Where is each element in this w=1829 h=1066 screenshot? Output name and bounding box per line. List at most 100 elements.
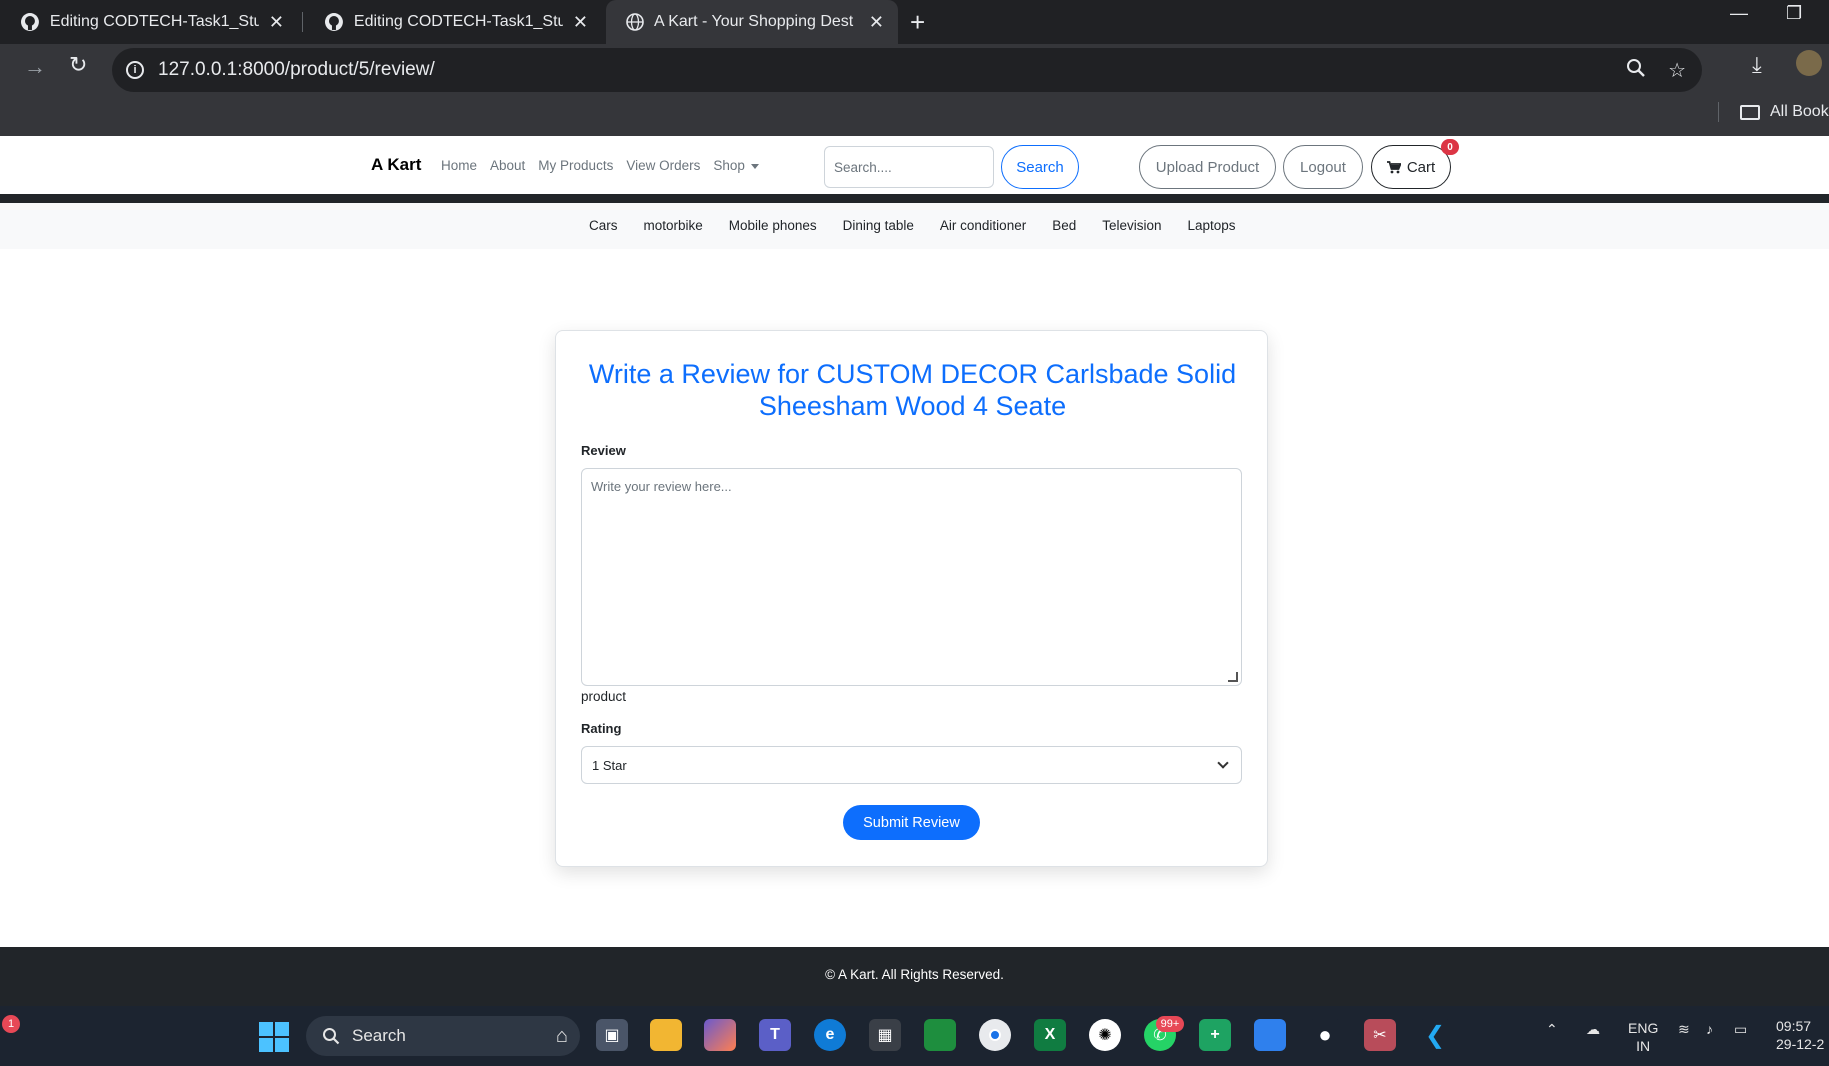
review-placeholder: Write your review here... xyxy=(591,479,732,494)
browser-tab-strip: Editing CODTECH-Task1_Studen ✕ Editing C… xyxy=(0,0,1829,44)
category-bar: Cars motorbike Mobile phones Dining tabl… xyxy=(0,203,1829,249)
search-button[interactable]: Search xyxy=(1001,145,1079,189)
review-help-text: product xyxy=(581,689,627,704)
category-bed[interactable]: Bed xyxy=(1052,218,1076,233)
taskbar-search-label: Search xyxy=(352,1026,406,1045)
battery-icon[interactable]: ▭ xyxy=(1734,1020,1747,1038)
nav-shop-label: Shop xyxy=(713,158,745,173)
nav-home[interactable]: Home xyxy=(441,158,477,173)
file-explorer-icon[interactable] xyxy=(650,1019,682,1051)
tab-github-2[interactable]: Editing CODTECH-Task1_Studen ✕ xyxy=(304,0,602,44)
sheets-icon[interactable]: + xyxy=(1199,1019,1231,1051)
show-hidden-icons[interactable]: ⌃ xyxy=(1546,1020,1558,1038)
category-television[interactable]: Television xyxy=(1102,218,1161,233)
tab-title: Editing CODTECH-Task1_Studen xyxy=(353,13,563,30)
nav-about[interactable]: About xyxy=(490,158,525,173)
tab-title: A Kart - Your Shopping Destina xyxy=(654,13,854,30)
cart-icon xyxy=(1386,160,1401,173)
rating-selected-value: 1 Star xyxy=(592,757,627,773)
github-desktop-icon[interactable]: ● xyxy=(1309,1019,1341,1051)
chrome-icon[interactable] xyxy=(979,1019,1011,1051)
close-icon[interactable]: ✕ xyxy=(869,12,884,33)
tab-separator xyxy=(302,12,303,32)
taskbar-search[interactable]: Search ⌂ xyxy=(306,1016,580,1056)
github-icon xyxy=(20,13,39,31)
classroom-icon[interactable] xyxy=(924,1019,956,1051)
all-bookmarks-label: All Bookr xyxy=(1770,103,1829,120)
category-motorbike[interactable]: motorbike xyxy=(644,218,703,233)
onedrive-icon[interactable]: ☁ xyxy=(1586,1020,1600,1038)
address-bar[interactable]: i 127.0.0.1:8000/product/5/review/ ☆ xyxy=(112,48,1702,92)
nav-view-orders[interactable]: View Orders xyxy=(626,158,700,173)
category-laptops[interactable]: Laptops xyxy=(1188,218,1236,233)
nav-my-products[interactable]: My Products xyxy=(538,158,613,173)
language-indicator[interactable]: ENG IN xyxy=(1628,1019,1658,1055)
info-icon[interactable]: i xyxy=(126,61,144,79)
excel-icon[interactable]: X xyxy=(1034,1019,1066,1051)
cart-button[interactable]: Cart xyxy=(1371,145,1451,189)
windows-start-icon[interactable] xyxy=(259,1022,289,1052)
clock-date: 29-12-2 xyxy=(1776,1036,1825,1052)
rating-select[interactable]: 1 Star xyxy=(581,746,1242,784)
resize-handle-icon[interactable] xyxy=(1228,672,1238,682)
review-label: Review xyxy=(581,443,626,458)
new-tab-icon[interactable]: + xyxy=(910,0,925,44)
minimize-icon[interactable]: — xyxy=(1730,0,1748,30)
review-card: Write a Review for CUSTOM DECOR Carlsbad… xyxy=(555,330,1268,867)
category-air-conditioner[interactable]: Air conditioner xyxy=(940,218,1026,233)
upload-product-button[interactable]: Upload Product xyxy=(1139,145,1276,189)
holiday-house-icon: ⌂ xyxy=(555,1024,568,1047)
all-bookmarks-button[interactable]: All Bookr xyxy=(1740,100,1829,124)
category-mobile-phones[interactable]: Mobile phones xyxy=(729,218,817,233)
github-icon xyxy=(324,13,343,31)
brand-logo[interactable]: A Kart xyxy=(371,155,421,175)
lang-line-1: ENG xyxy=(1628,1020,1659,1036)
taskbar-clock[interactable]: 09:57 29-12-2 xyxy=(1776,1017,1824,1053)
tab-github-1[interactable]: Editing CODTECH-Task1_Studen ✕ xyxy=(0,0,298,44)
forward-icon[interactable]: → xyxy=(24,54,46,80)
chevron-down-icon xyxy=(1217,757,1229,769)
url-text: 127.0.0.1:8000/product/5/review/ xyxy=(158,59,435,80)
download-icon[interactable]: ⤓ xyxy=(1752,52,1762,78)
bookmark-separator xyxy=(1718,102,1719,122)
zoom-icon[interactable] xyxy=(1626,58,1646,78)
clock-time: 09:57 xyxy=(1776,1018,1812,1034)
snipping-tool-icon[interactable]: ✂ xyxy=(1364,1019,1396,1051)
restore-icon[interactable]: ❐ xyxy=(1786,0,1802,30)
vscode-icon[interactable]: ❮ xyxy=(1419,1019,1451,1051)
rating-label: Rating xyxy=(581,721,622,736)
tab-akart-active[interactable]: A Kart - Your Shopping Destina ✕ xyxy=(606,0,898,44)
tab-title: Editing CODTECH-Task1_Studen xyxy=(49,13,259,30)
windows-taskbar: Search ⌂ ▣ T e ▦ X ✺ ✆ + ● ✂ ❮ ⌃ ☁ ENG I… xyxy=(0,1006,1829,1066)
nav-shop-dropdown[interactable]: Shop xyxy=(713,158,759,173)
search-icon xyxy=(323,1028,340,1045)
nav-links: Home About My Products View Orders Shop xyxy=(441,158,759,173)
notification-badge: 1 xyxy=(2,1015,20,1033)
browser-toolbar: → ↻ i 127.0.0.1:8000/product/5/review/ ☆… xyxy=(0,44,1829,136)
logout-button[interactable]: Logout xyxy=(1283,145,1363,189)
category-cars[interactable]: Cars xyxy=(589,218,618,233)
store-icon[interactable]: ▦ xyxy=(869,1019,901,1051)
close-icon[interactable]: ✕ xyxy=(573,12,588,33)
category-dining-table[interactable]: Dining table xyxy=(843,218,914,233)
caret-down-icon xyxy=(750,163,759,169)
teams-icon[interactable]: T xyxy=(759,1019,791,1051)
task-view-icon[interactable]: ▣ xyxy=(596,1019,628,1051)
navbar-divider xyxy=(0,194,1829,203)
lang-line-2: IN xyxy=(1636,1038,1651,1054)
wifi-icon[interactable]: ≋ xyxy=(1678,1020,1690,1038)
copilot-icon[interactable] xyxy=(704,1019,736,1051)
submit-review-button[interactable]: Submit Review xyxy=(843,805,980,840)
chatgpt-icon[interactable]: ✺ xyxy=(1089,1019,1121,1051)
review-textarea[interactable]: Write your review here... xyxy=(581,468,1242,686)
edge-icon[interactable]: e xyxy=(814,1019,846,1051)
globe-icon xyxy=(626,13,644,31)
photos-icon[interactable] xyxy=(1254,1019,1286,1051)
bookmark-star-icon[interactable]: ☆ xyxy=(1668,58,1686,83)
volume-icon[interactable]: ♪ xyxy=(1706,1020,1713,1038)
close-icon[interactable]: ✕ xyxy=(269,12,284,33)
profile-avatar[interactable] xyxy=(1796,50,1822,76)
reload-icon[interactable]: ↻ xyxy=(69,52,87,78)
cart-label: Cart xyxy=(1406,158,1436,176)
search-input[interactable]: Search.... xyxy=(824,146,994,188)
